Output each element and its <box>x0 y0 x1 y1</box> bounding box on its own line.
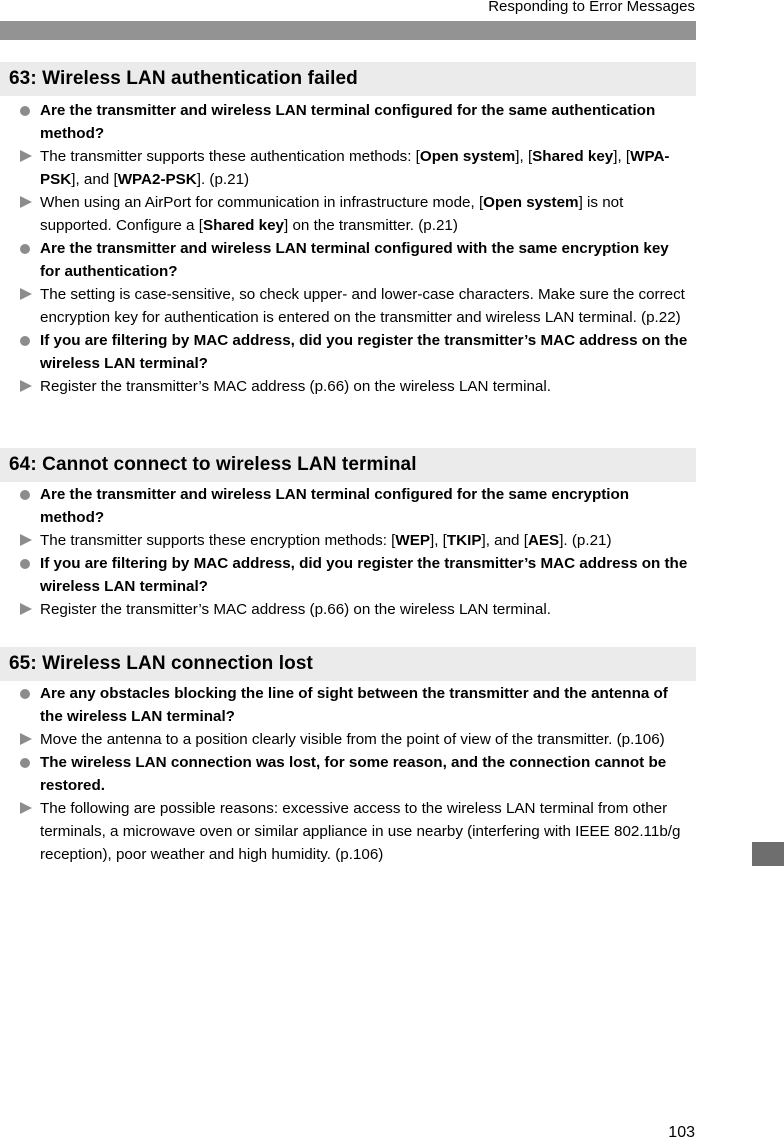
bullet-dot-icon <box>20 244 30 254</box>
page-number: 103 <box>668 1124 695 1141</box>
answer-item: The transmitter supports these encryptio… <box>0 529 696 552</box>
item-text: The transmitter supports these authentic… <box>40 148 420 165</box>
item-text: ], [ <box>430 532 447 549</box>
item-text: Register the transmitter’s MAC address (… <box>40 601 551 618</box>
section-title: 63: Wireless LAN authentication failed <box>0 62 696 96</box>
setting-name: TKIP <box>446 532 482 549</box>
section-64: 64: Cannot connect to wireless LAN termi… <box>0 448 696 621</box>
bullet-dot-icon <box>20 490 30 500</box>
chapter-tab <box>752 842 784 866</box>
item-text: If you are filtering by MAC address, did… <box>40 332 688 372</box>
triangle-arrow-icon <box>20 288 32 300</box>
setting-name: AES <box>527 532 560 549</box>
answer-item: Register the transmitter’s MAC address (… <box>0 375 696 398</box>
triangle-arrow-icon <box>20 802 32 814</box>
question-item: If you are filtering by MAC address, did… <box>0 552 696 598</box>
item-text: The wireless LAN connection was lost, fo… <box>40 754 667 794</box>
item-text: If you are filtering by MAC address, did… <box>40 555 688 595</box>
item-text: ]. (p.21) <box>196 171 250 188</box>
section-63: 63: Wireless LAN authentication failed A… <box>0 62 696 398</box>
item-text: Register the transmitter’s MAC address (… <box>40 378 551 395</box>
answer-item: The transmitter supports these authentic… <box>0 145 696 191</box>
section-65: 65: Wireless LAN connection lost Are any… <box>0 647 696 866</box>
answer-item: The setting is case-sensitive, so check … <box>0 283 696 329</box>
item-text: ] on the transmitter. (p.21) <box>284 217 458 234</box>
question-item: The wireless LAN connection was lost, fo… <box>0 751 696 797</box>
item-text: The transmitter supports these encryptio… <box>40 532 396 549</box>
triangle-arrow-icon <box>20 196 32 208</box>
running-head: Responding to Error Messages <box>488 0 695 15</box>
bullet-dot-icon <box>20 689 30 699</box>
question-item: Are the transmitter and wireless LAN ter… <box>0 483 696 529</box>
item-text: ], and [ <box>481 532 528 549</box>
answer-item: When using an AirPort for communication … <box>0 191 696 237</box>
setting-name: Shared key <box>202 217 285 234</box>
question-item: Are the transmitter and wireless LAN ter… <box>0 99 696 145</box>
top-bar <box>0 21 696 40</box>
triangle-arrow-icon <box>20 534 32 546</box>
section-items: Are the transmitter and wireless LAN ter… <box>0 96 696 398</box>
triangle-arrow-icon <box>20 603 32 615</box>
bullet-dot-icon <box>20 106 30 116</box>
item-text: ], [ <box>613 148 631 165</box>
item-text: Move the antenna to a position clearly v… <box>40 731 665 748</box>
section-items: Are any obstacles blocking the line of s… <box>0 681 696 866</box>
setting-name: WPA2-PSK <box>117 171 197 188</box>
question-item: Are any obstacles blocking the line of s… <box>0 682 696 728</box>
answer-item: The following are possible reasons: exce… <box>0 797 696 866</box>
answer-item: Move the antenna to a position clearly v… <box>0 728 696 751</box>
item-text: The following are possible reasons: exce… <box>40 800 681 863</box>
item-text: Are any obstacles blocking the line of s… <box>40 685 668 725</box>
triangle-arrow-icon <box>20 150 32 162</box>
item-text: ]. (p.21) <box>559 532 612 549</box>
setting-name: Shared key <box>532 148 614 165</box>
triangle-arrow-icon <box>20 380 32 392</box>
section-items: Are the transmitter and wireless LAN ter… <box>0 482 696 621</box>
answer-item: Register the transmitter’s MAC address (… <box>0 598 696 621</box>
item-text: ], and [ <box>71 171 118 188</box>
item-text: ], [ <box>515 148 533 165</box>
item-text: Are the transmitter and wireless LAN ter… <box>40 486 630 526</box>
bullet-dot-icon <box>20 336 30 346</box>
item-text: When using an AirPort for communication … <box>40 194 484 211</box>
section-title: 65: Wireless LAN connection lost <box>0 647 696 681</box>
question-item: If you are filtering by MAC address, did… <box>0 329 696 375</box>
setting-name: Open system <box>483 194 579 211</box>
bullet-dot-icon <box>20 559 30 569</box>
setting-name: Open system <box>419 148 516 165</box>
triangle-arrow-icon <box>20 733 32 745</box>
section-title: 64: Cannot connect to wireless LAN termi… <box>0 448 696 482</box>
bullet-dot-icon <box>20 758 30 768</box>
item-text: Are the transmitter and wireless LAN ter… <box>40 102 656 142</box>
question-item: Are the transmitter and wireless LAN ter… <box>0 237 696 283</box>
item-text: The setting is case-sensitive, so check … <box>40 286 685 326</box>
item-text: Are the transmitter and wireless LAN ter… <box>40 240 669 280</box>
setting-name: WEP <box>395 532 430 549</box>
